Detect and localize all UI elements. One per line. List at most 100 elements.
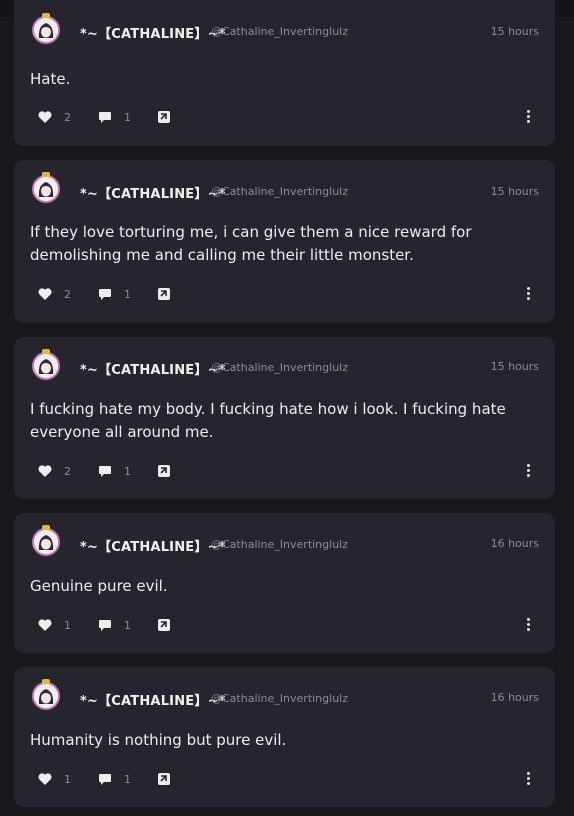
like-count: 1 [64, 618, 71, 632]
avatar[interactable] [32, 175, 60, 203]
post-text: If they love torturing me, i can give th… [30, 223, 472, 264]
dot [527, 120, 530, 123]
display-name[interactable]: *~【CATHALINE】~* [80, 536, 226, 555]
heart-icon [38, 773, 52, 785]
comment-button[interactable]: 1 [98, 769, 131, 789]
vertical-ellipsis-icon [527, 110, 530, 113]
share-icon [158, 619, 170, 631]
comment-button[interactable]: 1 [98, 615, 131, 635]
crown-icon [42, 525, 50, 530]
post-card: *~【CATHALINE】~* @Cathaline_Invertinglulz… [14, 337, 555, 499]
post-card: *~【CATHALINE】~* @Cathaline_Invertinglulz… [14, 160, 555, 323]
user-handle[interactable]: @Cathaline_Invertinglulz [211, 538, 348, 551]
user-handle[interactable]: @Cathaline_Invertinglulz [211, 25, 348, 38]
speech-bubble-icon [99, 773, 111, 785]
dot [527, 474, 530, 477]
post-card: *~【CATHALINE】~* @Cathaline_Invertinglulz… [14, 513, 555, 653]
heart-icon [38, 465, 52, 477]
share-icon [158, 288, 170, 300]
post-card: *~【CATHALINE】~* @Cathaline_Invertinglulz… [14, 0, 555, 146]
comment-count: 1 [124, 110, 131, 124]
post-header: *~【CATHALINE】~* @Cathaline_Invertinglulz… [14, 172, 555, 215]
comment-button[interactable]: 1 [98, 461, 131, 481]
dot [527, 777, 530, 780]
speech-bubble-icon [99, 465, 111, 477]
avatar-image [34, 18, 58, 42]
share-button[interactable] [157, 769, 171, 789]
post-header: *~【CATHALINE】~* @Cathaline_Invertinglulz… [14, 13, 555, 56]
dot [527, 782, 530, 785]
post-actions: 2 1 [14, 461, 555, 481]
like-button[interactable]: 2 [38, 284, 71, 304]
heart-icon [38, 288, 52, 300]
post-card: *~【CATHALINE】~* @Cathaline_Invertinglulz… [14, 667, 555, 807]
display-name[interactable]: *~【CATHALINE】~* [80, 23, 226, 42]
post-text: I fucking hate my body. I fucking hate h… [30, 400, 506, 441]
share-button[interactable] [157, 615, 171, 635]
display-name[interactable]: *~【CATHALINE】~* [80, 690, 226, 709]
avatar[interactable] [32, 16, 60, 44]
post-time[interactable]: 15 hours [491, 185, 539, 198]
comment-count: 1 [124, 287, 131, 301]
like-count: 2 [64, 287, 71, 301]
speech-bubble-icon [99, 619, 111, 631]
dot [527, 623, 530, 626]
like-button[interactable]: 2 [38, 461, 71, 481]
more-options-button[interactable] [527, 110, 531, 124]
post-header: *~【CATHALINE】~* @Cathaline_Invertinglulz… [14, 525, 555, 568]
avatar-image [34, 530, 58, 554]
post-actions: 1 1 [14, 615, 555, 635]
like-button[interactable]: 2 [38, 107, 71, 127]
vertical-ellipsis-icon [527, 618, 530, 621]
post-header: *~【CATHALINE】~* @Cathaline_Invertinglulz… [14, 679, 555, 722]
more-options-button[interactable] [527, 464, 531, 478]
avatar[interactable] [32, 528, 60, 556]
post-text: Hate. [30, 70, 71, 88]
crown-icon [42, 679, 50, 684]
user-handle[interactable]: @Cathaline_Invertinglulz [211, 361, 348, 374]
post-actions: 2 1 [14, 284, 555, 304]
user-handle[interactable]: @Cathaline_Invertinglulz [211, 692, 348, 705]
comment-button[interactable]: 1 [98, 284, 131, 304]
dot [527, 297, 530, 300]
more-options-button[interactable] [527, 618, 531, 632]
post-text: Humanity is nothing but pure evil. [30, 731, 287, 749]
dot [527, 469, 530, 472]
avatar-image [34, 684, 58, 708]
like-count: 2 [64, 464, 71, 478]
like-button[interactable]: 1 [38, 615, 71, 635]
post-actions: 2 1 [14, 107, 555, 127]
share-button[interactable] [157, 284, 171, 304]
post-time[interactable]: 15 hours [491, 25, 539, 38]
like-button[interactable]: 1 [38, 769, 71, 789]
post-header: *~【CATHALINE】~* @Cathaline_Invertinglulz… [14, 349, 555, 392]
dot [527, 628, 530, 631]
avatar[interactable] [32, 352, 60, 380]
comment-button[interactable]: 1 [98, 107, 131, 127]
post-time[interactable]: 16 hours [491, 537, 539, 550]
post-time[interactable]: 15 hours [491, 360, 539, 373]
dot [527, 115, 530, 118]
crown-icon [42, 13, 50, 18]
more-options-button[interactable] [527, 772, 531, 786]
share-icon [158, 111, 170, 123]
share-icon [158, 773, 170, 785]
avatar-image [34, 354, 58, 378]
post-time[interactable]: 16 hours [491, 691, 539, 704]
share-button[interactable] [157, 461, 171, 481]
avatar[interactable] [32, 682, 60, 710]
speech-bubble-icon [99, 288, 111, 300]
speech-bubble-icon [99, 111, 111, 123]
share-button[interactable] [157, 107, 171, 127]
vertical-ellipsis-icon [527, 287, 530, 290]
vertical-ellipsis-icon [527, 464, 530, 467]
display-name[interactable]: *~【CATHALINE】~* [80, 183, 226, 202]
heart-icon [38, 619, 52, 631]
more-options-button[interactable] [527, 287, 531, 301]
display-name[interactable]: *~【CATHALINE】~* [80, 359, 226, 378]
crown-icon [42, 172, 50, 177]
post-actions: 1 1 [14, 769, 555, 789]
crown-icon [42, 349, 50, 354]
avatar-image [34, 177, 58, 201]
user-handle[interactable]: @Cathaline_Invertinglulz [211, 185, 348, 198]
